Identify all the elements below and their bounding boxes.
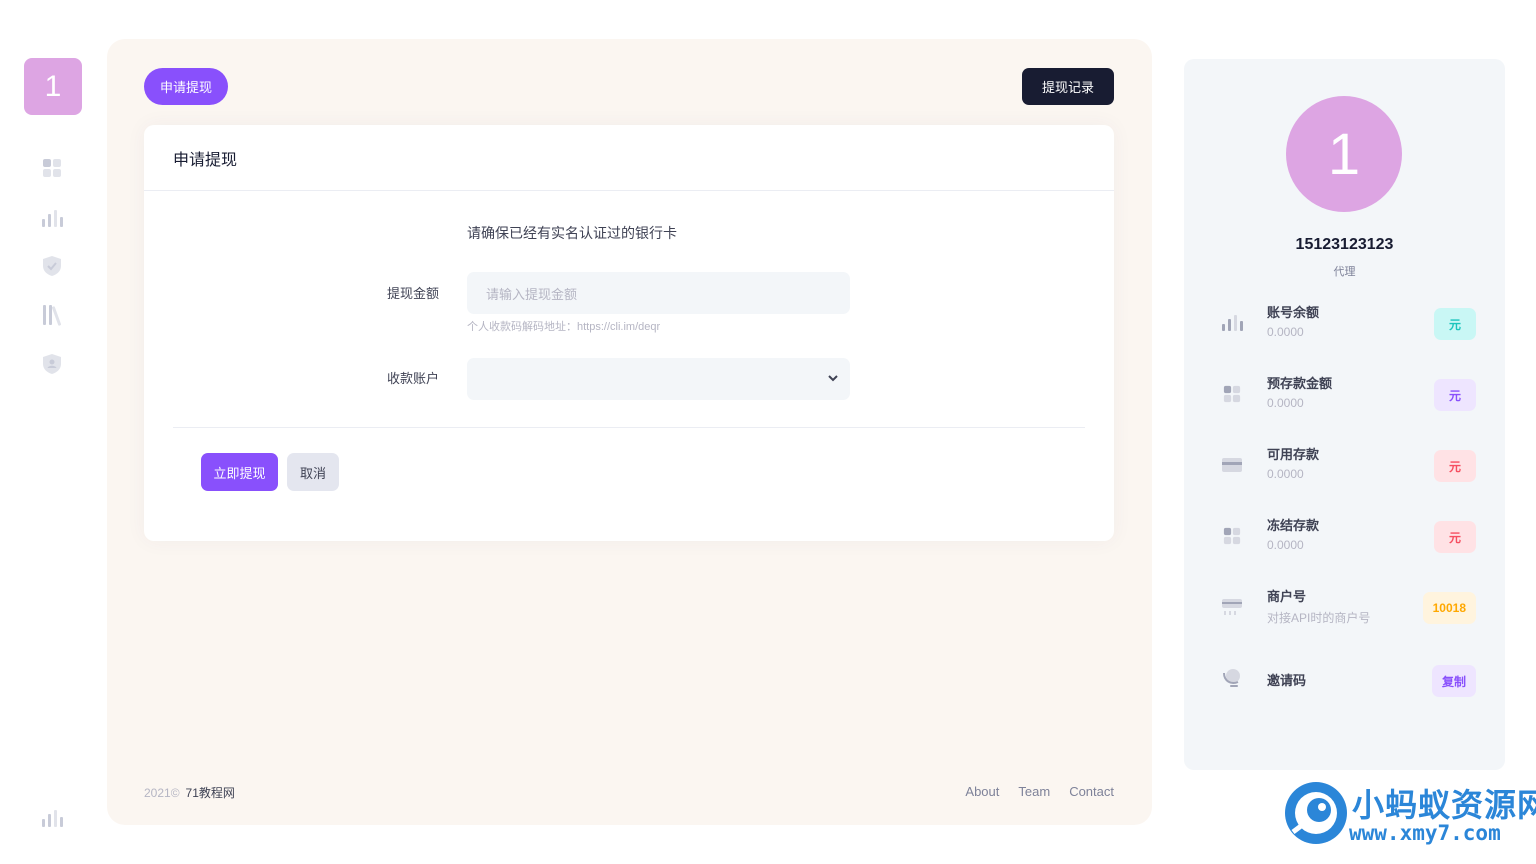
watermark: 小蚂蚁资源网 www.xmy7.com bbox=[1283, 778, 1536, 850]
stat-prepaid-amount: 预存款金额 0.0000 元 bbox=[1184, 371, 1505, 421]
stat-available-deposit: 可用存款 0.0000 元 bbox=[1184, 442, 1505, 492]
stat-title: 冻结存款 bbox=[1267, 518, 1320, 533]
rail-logo[interactable]: 1 bbox=[24, 58, 82, 115]
bank-card-notice: 请确保已经有实名认证过的银行卡 bbox=[467, 225, 677, 241]
stat-badge: 元 bbox=[1434, 308, 1476, 340]
qr-decode-hint: 个人收款码解码地址：https://cli.im/deqr bbox=[467, 321, 661, 333]
account-select[interactable] bbox=[467, 358, 850, 400]
profile-panel: 1 15123123123 代理 账号余额 0.0000 元 预存款金额 0.0… bbox=[1184, 59, 1505, 770]
account-label: 收款账户 bbox=[386, 371, 439, 386]
footer-year: 2021© bbox=[144, 786, 180, 800]
globe-icon bbox=[1221, 667, 1243, 689]
stat-title: 账号余额 bbox=[1267, 305, 1320, 320]
stat-invite-code: 邀请码 复制 bbox=[1184, 665, 1505, 715]
cancel-button[interactable]: 取消 bbox=[287, 453, 339, 491]
footer-copyright: 2021© 71教程网 bbox=[144, 784, 235, 801]
copy-invite-button[interactable]: 复制 bbox=[1431, 665, 1476, 697]
stat-frozen-deposit: 冻结存款 0.0000 元 bbox=[1184, 513, 1505, 563]
footer-link-contact[interactable]: Contact bbox=[1069, 784, 1114, 799]
bar-chart-icon[interactable] bbox=[41, 207, 63, 229]
stat-badge: 元 bbox=[1434, 521, 1476, 553]
stat-value: 0.0000 bbox=[1267, 396, 1304, 410]
footer-link-team[interactable]: Team bbox=[1018, 784, 1050, 799]
dashboard-icon bbox=[1221, 383, 1243, 405]
watermark-text: 小蚂蚁资源网 bbox=[1352, 787, 1536, 823]
user-name: 15123123123 bbox=[1295, 236, 1394, 253]
bar-chart-icon[interactable] bbox=[41, 807, 63, 829]
stat-badge: 元 bbox=[1434, 450, 1476, 482]
chevron-down-icon bbox=[828, 375, 838, 382]
form-divider bbox=[173, 427, 1085, 428]
stat-badge: 10018 bbox=[1422, 592, 1476, 624]
left-rail: 1 bbox=[0, 0, 106, 864]
footer-links: About Team Contact bbox=[965, 784, 1114, 799]
main-content: 申请提现 提现记录 申请提现 请确保已经有实名认证过的银行卡 提现金额 请输入提… bbox=[107, 39, 1152, 825]
card-title: 申请提现 bbox=[144, 125, 1114, 191]
stat-title: 预存款金额 bbox=[1267, 376, 1333, 391]
ant-logo-icon bbox=[1285, 782, 1347, 844]
stat-badge: 元 bbox=[1434, 379, 1476, 411]
amount-placeholder: 请输入提现金额 bbox=[486, 286, 578, 302]
stat-title: 可用存款 bbox=[1267, 447, 1320, 462]
stat-merchant-id: 商户号 对接API时的商户号 10018 bbox=[1184, 584, 1505, 634]
withdraw-form-card: 申请提现 请确保已经有实名认证过的银行卡 提现金额 请输入提现金额 个人收款码解… bbox=[144, 125, 1114, 541]
avatar: 1 bbox=[1286, 96, 1402, 212]
bar-chart-icon bbox=[1221, 312, 1243, 334]
shield-user-icon[interactable] bbox=[41, 353, 63, 375]
apply-withdraw-tab[interactable]: 申请提现 bbox=[144, 68, 229, 105]
stat-account-balance: 账号余额 0.0000 元 bbox=[1184, 300, 1505, 350]
amount-label: 提现金额 bbox=[386, 286, 439, 301]
footer-brand-link[interactable]: 71教程网 bbox=[186, 786, 235, 800]
stat-value: 0.0000 bbox=[1267, 325, 1304, 339]
stat-value: 0.0000 bbox=[1267, 538, 1304, 552]
credit-card-icon bbox=[1221, 454, 1243, 476]
stat-title: 商户号 bbox=[1267, 589, 1307, 604]
stat-title: 邀请码 bbox=[1267, 673, 1307, 688]
watermark-url: www.xmy7.com bbox=[1349, 821, 1501, 845]
withdraw-record-button[interactable]: 提现记录 bbox=[1021, 68, 1114, 105]
amount-input[interactable]: 请输入提现金额 bbox=[467, 272, 850, 314]
dashboard-icon[interactable] bbox=[41, 157, 63, 179]
stat-value: 对接API时的商户号 bbox=[1267, 611, 1371, 625]
user-role: 代理 bbox=[1333, 266, 1356, 278]
terminal-icon bbox=[1221, 596, 1243, 618]
dashboard-icon bbox=[1221, 525, 1243, 547]
submit-withdraw-button[interactable]: 立即提现 bbox=[201, 453, 278, 491]
library-icon[interactable] bbox=[41, 304, 63, 326]
shield-check-icon[interactable] bbox=[41, 255, 63, 277]
stat-value: 0.0000 bbox=[1267, 467, 1304, 481]
footer-link-about[interactable]: About bbox=[965, 784, 999, 799]
